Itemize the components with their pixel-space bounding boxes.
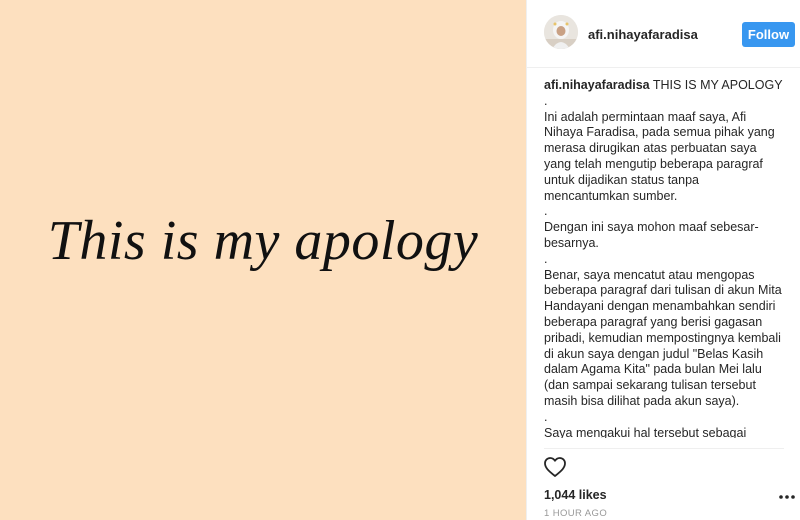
post-author-username[interactable]: afi.nihayafaradisa xyxy=(588,27,698,42)
caption-text: afi.nihayafaradisa THIS IS MY APOLOGY . … xyxy=(544,78,784,438)
actions-divider xyxy=(544,448,784,449)
post-header: afi.nihayafaradisa Follow xyxy=(527,0,800,68)
caption-body: THIS IS MY APOLOGY . Ini adalah perminta… xyxy=(544,78,783,438)
follow-button[interactable]: Follow xyxy=(742,22,795,47)
avatar-photo-icon xyxy=(544,15,578,49)
caption-username[interactable]: afi.nihayafaradisa xyxy=(544,78,650,92)
post-image-text: This is my apology xyxy=(47,210,479,272)
likes-count[interactable]: 1,044 likes xyxy=(544,488,607,502)
post-image[interactable]: This is my apology xyxy=(0,0,526,520)
more-options-icon[interactable] xyxy=(778,494,796,500)
avatar[interactable] xyxy=(544,15,578,49)
post-timestamp: 1 HOUR AGO xyxy=(544,508,608,519)
heart-icon[interactable] xyxy=(543,455,567,479)
post-side-panel: afi.nihayafaradisa Follow afi.nihayafara… xyxy=(526,0,800,520)
caption-area: afi.nihayafaradisa THIS IS MY APOLOGY . … xyxy=(544,78,784,438)
